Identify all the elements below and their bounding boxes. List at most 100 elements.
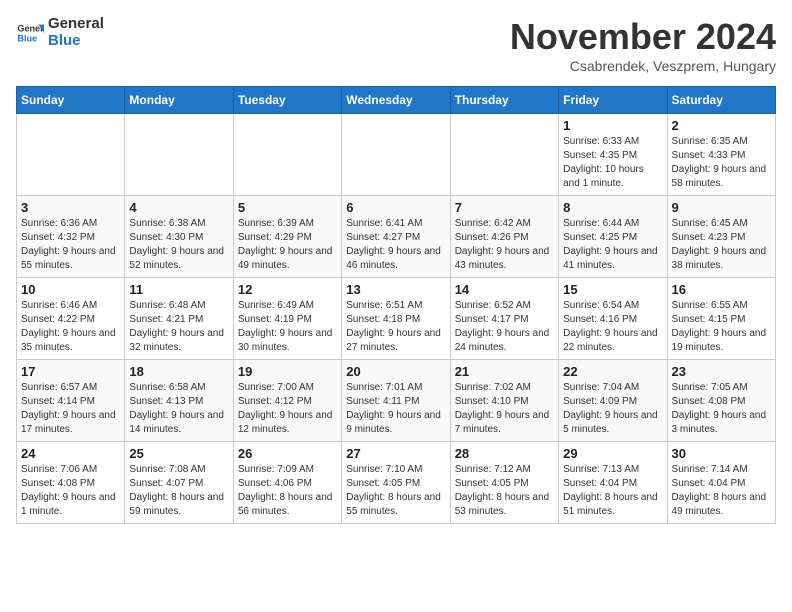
day-number: 2 xyxy=(672,118,771,133)
calendar-cell xyxy=(342,114,450,196)
day-number: 3 xyxy=(21,200,120,215)
day-info: Sunrise: 7:14 AMSunset: 4:04 PMDaylight:… xyxy=(672,463,771,519)
calendar-cell: 22Sunrise: 7:04 AMSunset: 4:09 PMDayligh… xyxy=(559,360,667,442)
calendar-week-row: 17 Sunrise: 6:57 AMSunset: 4:14 PMDayligh… xyxy=(17,360,776,442)
header: General Blue General Blue November 2024 … xyxy=(16,16,776,74)
day-number: 7 xyxy=(455,200,554,215)
calendar-cell: 18 Sunrise: 6:58 AMSunset: 4:13 PMDayligh… xyxy=(125,360,233,442)
calendar-cell: 7 Sunrise: 6:42 AMSunset: 4:26 PMDaylight… xyxy=(450,196,558,278)
day-number: 12 xyxy=(238,282,337,297)
calendar-cell xyxy=(233,114,341,196)
day-number: 29 xyxy=(563,446,662,461)
day-info: Sunrise: 7:01 AMSunset: 4:11 PMDaylight:… xyxy=(346,381,445,437)
calendar-table: SundayMondayTuesdayWednesdayThursdayFrid… xyxy=(16,86,776,524)
day-info: Sunrise: 6:36 AMSunset: 4:32 PMDaylight:… xyxy=(21,217,120,273)
day-info: Sunrise: 6:42 AMSunset: 4:26 PMDaylight:… xyxy=(455,217,554,273)
calendar-cell xyxy=(17,114,125,196)
subtitle: Csabrendek, Veszprem, Hungary xyxy=(510,58,776,74)
calendar-cell: 28 Sunrise: 7:12 AMSunset: 4:05 PMDayligh… xyxy=(450,442,558,524)
day-info: Sunrise: 7:08 AMSunset: 4:07 PMDaylight:… xyxy=(129,463,228,519)
calendar-cell: 20 Sunrise: 7:01 AMSunset: 4:11 PMDayligh… xyxy=(342,360,450,442)
day-info: Sunrise: 6:33 AMSunset: 4:35 PMDaylight:… xyxy=(563,135,662,191)
day-info: Sunrise: 6:54 AMSunset: 4:16 PMDaylight:… xyxy=(563,299,662,355)
day-number: 21 xyxy=(455,364,554,379)
day-info: Sunrise: 7:06 AMSunset: 4:08 PMDaylight:… xyxy=(21,463,120,519)
day-info: Sunrise: 7:05 AMSunset: 4:08 PMDaylight:… xyxy=(672,381,771,437)
day-number: 11 xyxy=(129,282,228,297)
day-info: Sunrise: 7:09 AMSunset: 4:06 PMDaylight:… xyxy=(238,463,337,519)
calendar-cell xyxy=(450,114,558,196)
calendar-week-row: 10Sunrise: 6:46 AMSunset: 4:22 PMDayligh… xyxy=(17,278,776,360)
day-number: 5 xyxy=(238,200,337,215)
calendar-cell: 2 Sunrise: 6:35 AMSunset: 4:33 PMDaylight… xyxy=(667,114,775,196)
weekday-header-monday: Monday xyxy=(125,87,233,114)
month-title: November 2024 xyxy=(510,16,776,58)
day-number: 24 xyxy=(21,446,120,461)
calendar-cell: 16 Sunrise: 6:55 AMSunset: 4:15 PMDayligh… xyxy=(667,278,775,360)
calendar-cell: 27 Sunrise: 7:10 AMSunset: 4:05 PMDayligh… xyxy=(342,442,450,524)
calendar-cell: 30 Sunrise: 7:14 AMSunset: 4:04 PMDayligh… xyxy=(667,442,775,524)
calendar-cell: 8Sunrise: 6:44 AMSunset: 4:25 PMDaylight… xyxy=(559,196,667,278)
day-number: 18 xyxy=(129,364,228,379)
weekday-header-saturday: Saturday xyxy=(667,87,775,114)
day-number: 4 xyxy=(129,200,228,215)
day-info: Sunrise: 6:48 AMSunset: 4:21 PMDaylight:… xyxy=(129,299,228,355)
day-number: 16 xyxy=(672,282,771,297)
day-number: 22 xyxy=(563,364,662,379)
day-number: 17 xyxy=(21,364,120,379)
calendar-cell: 10Sunrise: 6:46 AMSunset: 4:22 PMDayligh… xyxy=(17,278,125,360)
day-info: Sunrise: 7:10 AMSunset: 4:05 PMDaylight:… xyxy=(346,463,445,519)
day-info: Sunrise: 6:51 AMSunset: 4:18 PMDaylight:… xyxy=(346,299,445,355)
calendar-cell: 9Sunrise: 6:45 AMSunset: 4:23 PMDaylight… xyxy=(667,196,775,278)
day-number: 15 xyxy=(563,282,662,297)
weekday-header-wednesday: Wednesday xyxy=(342,87,450,114)
day-info: Sunrise: 6:35 AMSunset: 4:33 PMDaylight:… xyxy=(672,135,771,191)
day-info: Sunrise: 7:12 AMSunset: 4:05 PMDaylight:… xyxy=(455,463,554,519)
day-info: Sunrise: 7:13 AMSunset: 4:04 PMDaylight:… xyxy=(563,463,662,519)
day-number: 20 xyxy=(346,364,445,379)
calendar-week-row: 1 Sunrise: 6:33 AMSunset: 4:35 PMDaylight… xyxy=(17,114,776,196)
day-info: Sunrise: 6:57 AMSunset: 4:14 PMDaylight:… xyxy=(21,381,120,437)
day-number: 23 xyxy=(672,364,771,379)
day-number: 30 xyxy=(672,446,771,461)
calendar-cell: 15 Sunrise: 6:54 AMSunset: 4:16 PMDayligh… xyxy=(559,278,667,360)
day-number: 28 xyxy=(455,446,554,461)
day-info: Sunrise: 6:39 AMSunset: 4:29 PMDaylight:… xyxy=(238,217,337,273)
weekday-header-friday: Friday xyxy=(559,87,667,114)
day-number: 13 xyxy=(346,282,445,297)
logo-icon: General Blue xyxy=(16,19,44,47)
weekday-header-row: SundayMondayTuesdayWednesdayThursdayFrid… xyxy=(17,87,776,114)
calendar-body: 1 Sunrise: 6:33 AMSunset: 4:35 PMDaylight… xyxy=(17,114,776,524)
calendar-cell: 6 Sunrise: 6:41 AMSunset: 4:27 PMDaylight… xyxy=(342,196,450,278)
day-number: 6 xyxy=(346,200,445,215)
weekday-header-thursday: Thursday xyxy=(450,87,558,114)
calendar-cell: 11 Sunrise: 6:48 AMSunset: 4:21 PMDayligh… xyxy=(125,278,233,360)
calendar-week-row: 24 Sunrise: 7:06 AMSunset: 4:08 PMDayligh… xyxy=(17,442,776,524)
weekday-header-tuesday: Tuesday xyxy=(233,87,341,114)
day-info: Sunrise: 6:49 AMSunset: 4:19 PMDaylight:… xyxy=(238,299,337,355)
calendar-cell: 14Sunrise: 6:52 AMSunset: 4:17 PMDayligh… xyxy=(450,278,558,360)
calendar-cell: 23 Sunrise: 7:05 AMSunset: 4:08 PMDayligh… xyxy=(667,360,775,442)
day-info: Sunrise: 6:41 AMSunset: 4:27 PMDaylight:… xyxy=(346,217,445,273)
day-info: Sunrise: 7:00 AMSunset: 4:12 PMDaylight:… xyxy=(238,381,337,437)
day-number: 14 xyxy=(455,282,554,297)
day-number: 27 xyxy=(346,446,445,461)
calendar-cell: 25Sunrise: 7:08 AMSunset: 4:07 PMDayligh… xyxy=(125,442,233,524)
day-info: Sunrise: 6:44 AMSunset: 4:25 PMDaylight:… xyxy=(563,217,662,273)
calendar-cell: 13 Sunrise: 6:51 AMSunset: 4:18 PMDayligh… xyxy=(342,278,450,360)
svg-text:Blue: Blue xyxy=(17,33,37,43)
calendar-cell: 5 Sunrise: 6:39 AMSunset: 4:29 PMDaylight… xyxy=(233,196,341,278)
logo: General Blue General Blue xyxy=(16,16,104,49)
calendar-week-row: 3 Sunrise: 6:36 AMSunset: 4:32 PMDaylight… xyxy=(17,196,776,278)
calendar-cell: 19Sunrise: 7:00 AMSunset: 4:12 PMDayligh… xyxy=(233,360,341,442)
day-info: Sunrise: 6:55 AMSunset: 4:15 PMDaylight:… xyxy=(672,299,771,355)
weekday-header-sunday: Sunday xyxy=(17,87,125,114)
calendar-cell: 12 Sunrise: 6:49 AMSunset: 4:19 PMDayligh… xyxy=(233,278,341,360)
title-area: November 2024 Csabrendek, Veszprem, Hung… xyxy=(510,16,776,74)
calendar-cell: 24 Sunrise: 7:06 AMSunset: 4:08 PMDayligh… xyxy=(17,442,125,524)
day-info: Sunrise: 6:58 AMSunset: 4:13 PMDaylight:… xyxy=(129,381,228,437)
day-info: Sunrise: 6:46 AMSunset: 4:22 PMDaylight:… xyxy=(21,299,120,355)
day-info: Sunrise: 6:38 AMSunset: 4:30 PMDaylight:… xyxy=(129,217,228,273)
day-number: 1 xyxy=(563,118,662,133)
calendar-header: SundayMondayTuesdayWednesdayThursdayFrid… xyxy=(17,87,776,114)
